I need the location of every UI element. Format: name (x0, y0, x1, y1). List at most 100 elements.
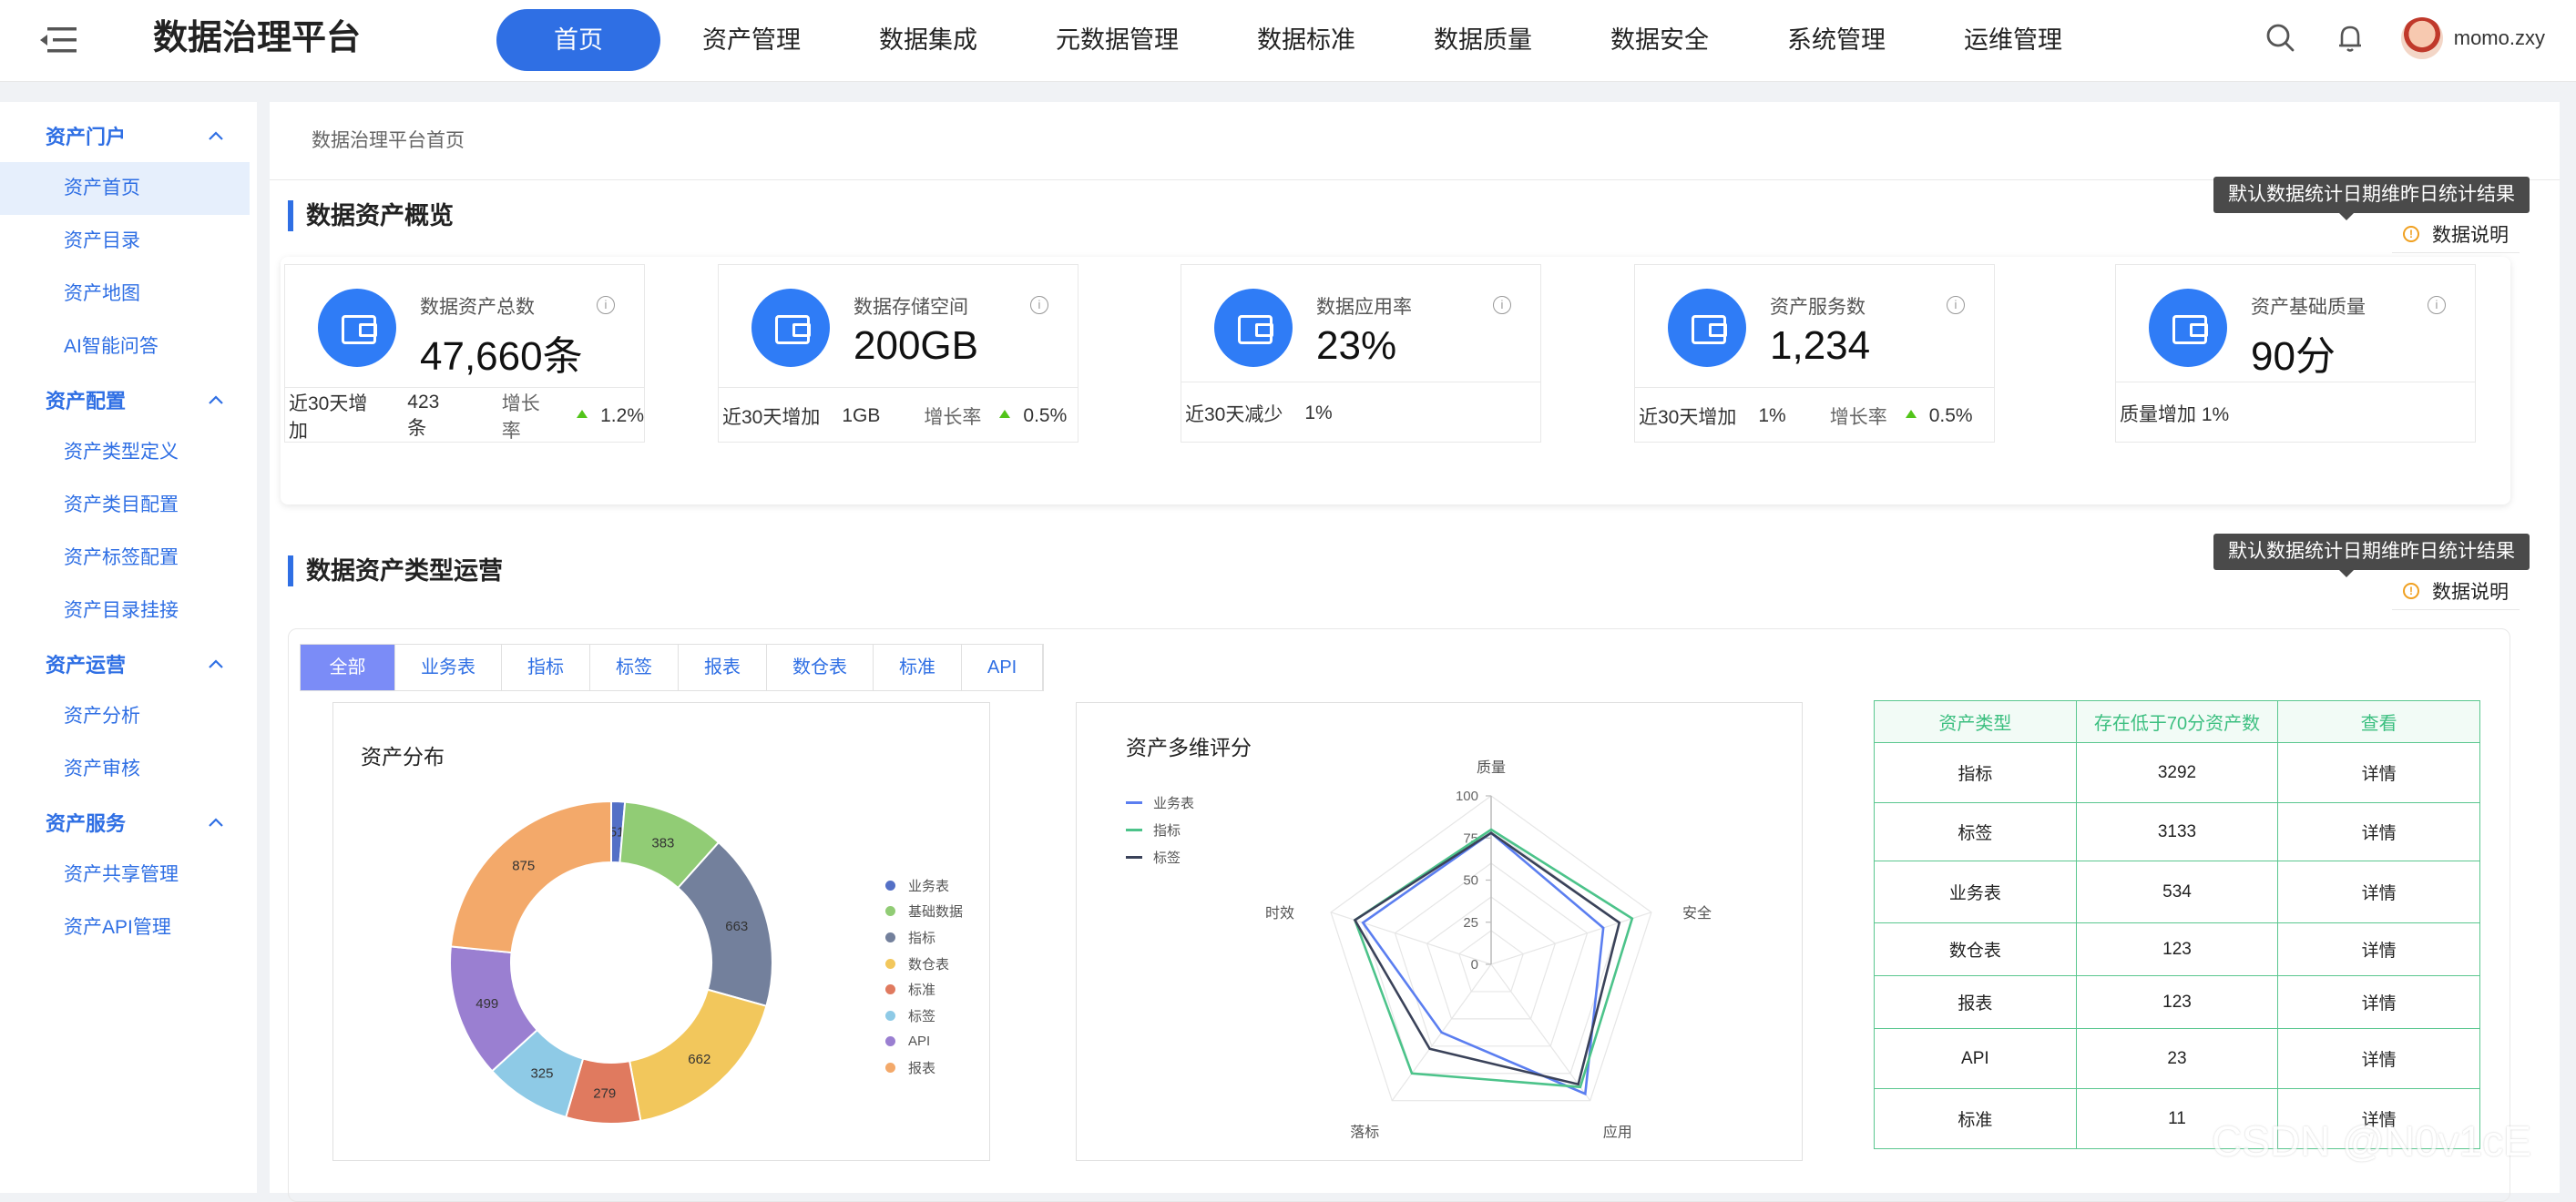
stat-footer: 近30天增加 1GB 增长率 0.5% (719, 387, 1078, 443)
nav-item-2[interactable]: 数据集成 (843, 9, 1014, 71)
nav-item-6[interactable]: 数据安全 (1574, 9, 1745, 71)
table-cell: 123 (2075, 975, 2279, 1029)
watermark: CSDN @N0v1cE (2212, 1117, 2531, 1165)
view-detail-link[interactable]: 详情 (2277, 742, 2480, 803)
sidebar-item[interactable]: 资产类型定义 (0, 426, 257, 479)
sidebar-item[interactable]: 资产首页 (0, 162, 250, 215)
avatar[interactable] (2400, 17, 2443, 59)
sidebar-item[interactable]: 资产共享管理 (0, 849, 257, 902)
legend-label: 基础数据 (908, 904, 964, 921)
bell-icon[interactable] (2332, 20, 2368, 56)
sidebar-item[interactable]: 资产审核 (0, 743, 257, 796)
warning-icon: ! (2403, 225, 2419, 242)
table-cell: 23 (2075, 1028, 2279, 1089)
data-note-button[interactable]: ! 数据说明 (2392, 215, 2520, 253)
nav-item-5[interactable]: 数据质量 (1397, 9, 1569, 71)
table-cell: 3292 (2075, 742, 2279, 803)
info-icon[interactable]: i (2428, 296, 2446, 314)
tab-0[interactable]: 全部 (301, 645, 395, 690)
table-row: API 23 详情 (1874, 1028, 2480, 1089)
sidebar-item[interactable]: 资产类目配置 (0, 479, 257, 532)
table-cell: 123 (2075, 922, 2279, 976)
radar-axis-label: 质量 (1477, 759, 1506, 776)
nav-item-8[interactable]: 运维管理 (1927, 9, 2099, 71)
info-icon[interactable]: i (1493, 296, 1511, 314)
data-note-button-2[interactable]: ! 数据说明 (2392, 572, 2520, 610)
tab-4[interactable]: 报表 (679, 645, 767, 690)
overview-title: 数据资产概览 (288, 200, 454, 231)
tab-2[interactable]: 指标 (502, 645, 590, 690)
table-row: 报表 123 详情 (1874, 975, 2480, 1029)
stat-footer: 近30天增加 1% 增长率 0.5% (1635, 387, 1994, 443)
table-cell: 数仓表 (1874, 922, 2077, 976)
stat-foot-value: 1% (1758, 404, 1786, 426)
sidebar-item[interactable]: 资产目录 (0, 215, 257, 268)
info-icon[interactable]: i (1030, 296, 1048, 314)
nav-item-4[interactable]: 数据标准 (1221, 9, 1392, 71)
data-note-label: 数据说明 (2432, 581, 2509, 603)
sidebar-item[interactable]: 资产地图 (0, 268, 257, 321)
donut-value-label: 662 (688, 1052, 710, 1067)
sidebar-group-2[interactable]: 资产运营 (0, 637, 257, 690)
operations-title: 数据资产类型运营 (288, 555, 503, 586)
sidebar-group-0[interactable]: 资产门户 (0, 109, 257, 162)
view-detail-link[interactable]: 详情 (2277, 802, 2480, 861)
donut-legend: 业务表 基础数据 指标 数仓表 标准 标签 API 报表 (885, 872, 963, 1081)
legend-label: API (908, 1034, 931, 1050)
legend-swatch (885, 880, 895, 891)
stat-foot-label: 近30天增加 (289, 392, 368, 442)
sidebar-item[interactable]: 资产分析 (0, 690, 257, 743)
tab-5[interactable]: 数仓表 (767, 645, 874, 690)
sidebar-item[interactable]: 资产目录挂接 (0, 585, 257, 637)
info-icon[interactable]: i (1947, 296, 1965, 314)
wallet-icon (751, 289, 830, 367)
legend-item: 标签 (885, 1003, 963, 1029)
stat-foot-label: 质量增加 1% (2120, 403, 2230, 425)
sidebar-item[interactable]: AI智能问答 (0, 321, 257, 373)
view-detail-link[interactable]: 详情 (2277, 975, 2480, 1029)
stat-card: 资产基础质量 90分 i 质量增加 1% (2115, 264, 2476, 443)
stat-footer: 近30天增加 423条 增长率 1.2% (285, 387, 644, 443)
arrow-up-icon (1905, 410, 1917, 418)
stat-value: 90分 (2251, 334, 2336, 379)
sidebar-item[interactable]: 资产标签配置 (0, 532, 257, 585)
stat-card: 数据应用率 23% i 近30天减少 1% (1181, 264, 1541, 443)
legend-label: 报表 (908, 1060, 936, 1076)
stat-label: 数据应用率 (1316, 297, 1412, 318)
tab-1[interactable]: 业务表 (395, 645, 502, 690)
table-header-cell: 存在低于70分资产数 (2075, 700, 2279, 743)
view-detail-link[interactable]: 详情 (2277, 1028, 2480, 1089)
chevron-up-icon (209, 131, 223, 140)
username[interactable]: momo.zxy (2454, 26, 2545, 50)
legend-swatch (885, 932, 895, 942)
legend-swatch (885, 958, 895, 969)
info-icon[interactable]: i (597, 296, 615, 314)
legend-item: 数仓表 (885, 951, 963, 977)
tab-7[interactable]: API (962, 645, 1044, 690)
sidebar-group-label: 资产服务 (46, 812, 127, 835)
view-detail-link[interactable]: 详情 (2277, 922, 2480, 976)
growth-rate-label: 增长率 (1829, 406, 1887, 428)
sidebar-group-3[interactable]: 资产服务 (0, 796, 257, 849)
table-row: 业务表 534 详情 (1874, 861, 2480, 923)
view-detail-link[interactable]: 详情 (2277, 861, 2480, 923)
nav-item-7[interactable]: 系统管理 (1751, 9, 1922, 71)
table-cell: 报表 (1874, 975, 2077, 1029)
nav-item-1[interactable]: 资产管理 (666, 9, 837, 71)
sidebar-item[interactable]: 资产API管理 (0, 902, 257, 954)
legend-label: 数仓表 (908, 956, 950, 973)
date-tooltip-2: 默认数据统计日期维昨日统计结果 (2213, 534, 2530, 577)
nav-item-3[interactable]: 元数据管理 (1019, 9, 1215, 71)
sidebar-group-1[interactable]: 资产配置 (0, 373, 257, 426)
tab-3[interactable]: 标签 (590, 645, 679, 690)
menu-fold-icon[interactable] (36, 24, 78, 56)
search-icon[interactable] (2263, 20, 2299, 56)
table-cell: 指标 (1874, 742, 2077, 803)
stat-label: 资产基础质量 (2251, 297, 2366, 318)
wallet-icon (1214, 289, 1293, 367)
tab-6[interactable]: 标准 (874, 645, 962, 690)
nav-item-0[interactable]: 首页 (496, 9, 660, 71)
stat-foot-value: 423条 (407, 391, 440, 439)
table-row: 标签 3133 详情 (1874, 802, 2480, 861)
warning-icon: ! (2403, 582, 2419, 599)
